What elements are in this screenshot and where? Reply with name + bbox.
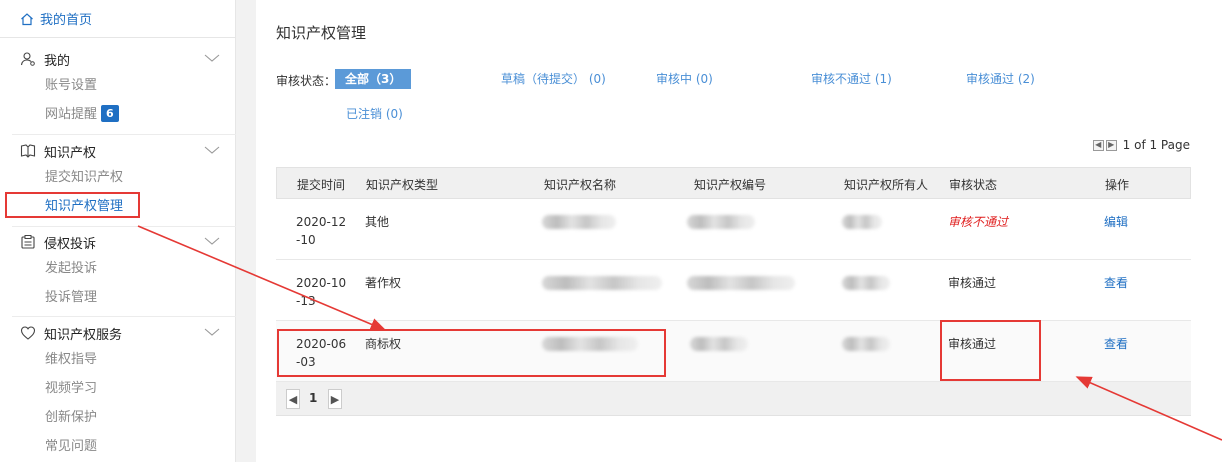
filter-rejected[interactable]: 审核不通过 (1)	[811, 69, 892, 89]
prev-page-icon[interactable]: ◀	[1092, 139, 1104, 151]
sidebar: 我的首页 我的 账号设置 网站提醒 6 知识产权 提交知识产权 知识产权管理 侵权…	[0, 0, 236, 462]
annotation-box-row	[277, 329, 666, 377]
sidebar-section-ip-label: 知识产权	[44, 145, 97, 161]
edit-link[interactable]: 编辑	[1104, 213, 1128, 231]
sidebar-item-label: 视频学习	[45, 381, 98, 396]
sidebar-section-ip-service-label: 知识产权服务	[44, 327, 123, 343]
column-header: 知识产权名称	[544, 178, 617, 192]
filter-approved[interactable]: 审核通过 (2)	[966, 69, 1035, 89]
prev-page-icon[interactable]: ◀	[286, 389, 300, 409]
sidebar-section-ip-service[interactable]: 知识产权服务	[0, 320, 236, 346]
sidebar-section-mine[interactable]: 我的	[0, 46, 236, 72]
sidebar-item-label: 账号设置	[45, 78, 98, 93]
sidebar-divider	[12, 226, 236, 227]
sidebar-home[interactable]: 我的首页	[0, 0, 236, 38]
main-panel: 知识产权管理 审核状态： 全部（3） 草稿（待提交） (0) 审核中 (0) 审…	[256, 0, 1222, 462]
sidebar-item-label: 创新保护	[45, 410, 98, 425]
home-icon	[21, 12, 33, 25]
sidebar-item-faq[interactable]: 常见问题	[45, 437, 97, 457]
column-header: 知识产权编号	[694, 178, 767, 192]
column-header: 操作	[1105, 178, 1130, 192]
sidebar-divider	[12, 316, 236, 317]
sidebar-section-mine-label: 我的	[44, 53, 71, 69]
page-title: 知识产权管理	[276, 24, 367, 42]
sidebar-item-label: 网站提醒	[45, 107, 98, 122]
filter-reviewing[interactable]: 审核中 (0)	[656, 69, 713, 89]
sidebar-item-account-settings[interactable]: 账号设置	[45, 76, 97, 96]
page-info: 1 of 1 Page	[1122, 138, 1190, 152]
column-header: 知识产权所有人	[844, 178, 929, 192]
redacted-number	[687, 215, 755, 229]
sidebar-item-file-complaint[interactable]: 发起投诉	[45, 259, 97, 279]
sidebar-divider	[12, 134, 236, 135]
sidebar-section-complaint[interactable]: 侵权投诉	[0, 229, 236, 255]
sidebar-item-label: 投诉管理	[45, 290, 98, 305]
user-icon	[20, 52, 35, 66]
filter-label: 审核状态：	[276, 74, 337, 88]
sidebar-item-label: 常见问题	[45, 439, 98, 454]
chevron-down-icon	[204, 237, 220, 245]
heart-icon	[20, 326, 36, 340]
review-status: 审核通过	[948, 276, 997, 290]
redacted-owner	[842, 337, 890, 351]
sidebar-item-innovation-protection[interactable]: 创新保护	[45, 408, 97, 428]
clipboard-icon	[21, 235, 35, 249]
redacted-name	[542, 215, 616, 229]
next-page-icon[interactable]: ▶	[1105, 139, 1117, 151]
pagination-bottom: ◀ 1 ▶	[276, 382, 1191, 416]
reminder-count-badge: 6	[101, 105, 119, 122]
sidebar-item-site-reminders[interactable]: 网站提醒 6	[45, 105, 119, 125]
sidebar-item-submit-ip[interactable]: 提交知识产权	[45, 168, 123, 188]
column-header: 审核状态	[949, 178, 998, 192]
pagination-top: ◀ ▶ 1 of 1 Page	[1092, 138, 1190, 152]
sidebar-item-video-learning[interactable]: 视频学习	[45, 379, 97, 399]
table-row: 2020-12-10 其他 审核不通过 编辑	[276, 199, 1191, 260]
sidebar-item-complaint-management[interactable]: 投诉管理	[45, 288, 97, 308]
sidebar-section-complaint-label: 侵权投诉	[44, 236, 97, 252]
submit-date: 2020-12-10	[296, 215, 347, 247]
redacted-owner	[842, 276, 890, 290]
view-link[interactable]: 查看	[1104, 274, 1128, 292]
ip-type: 著作权	[365, 276, 402, 290]
current-page[interactable]: 1	[309, 391, 317, 405]
annotation-box-status	[940, 320, 1041, 381]
submit-date: 2020-10-13	[296, 276, 347, 308]
sidebar-home-label: 我的首页	[40, 13, 93, 28]
redacted-name	[542, 276, 662, 290]
view-link[interactable]: 查看	[1104, 335, 1128, 353]
review-status: 审核不通过	[948, 215, 1009, 229]
filter-draft[interactable]: 草稿（待提交） (0)	[501, 69, 606, 89]
column-header: 提交时间	[297, 178, 346, 192]
filter-all[interactable]: 全部（3）	[335, 69, 412, 89]
table-header: 提交时间 知识产权类型 知识产权名称 知识产权编号 知识产权所有人 审核状态 操…	[276, 167, 1191, 199]
next-page-icon[interactable]: ▶	[328, 389, 342, 409]
redacted-number	[687, 276, 795, 290]
sidebar-item-rights-guide[interactable]: 维权指导	[45, 350, 97, 370]
chevron-down-icon	[204, 328, 220, 336]
sidebar-item-label: 提交知识产权	[45, 170, 124, 185]
sidebar-item-label: 发起投诉	[45, 261, 98, 276]
ip-type: 其他	[365, 215, 390, 229]
filter-cancelled[interactable]: 已注销 (0)	[346, 104, 403, 124]
chevron-down-icon	[204, 146, 220, 154]
annotation-box-sidebar	[5, 192, 140, 218]
table-row: 2020-10-13 著作权 审核通过 查看	[276, 260, 1191, 321]
book-icon	[20, 144, 36, 158]
sidebar-item-label: 维权指导	[45, 352, 98, 367]
redacted-owner	[842, 215, 882, 229]
column-header: 知识产权类型	[366, 178, 439, 192]
redacted-number	[690, 337, 748, 351]
sidebar-section-ip[interactable]: 知识产权	[0, 138, 236, 164]
chevron-down-icon	[204, 54, 220, 62]
